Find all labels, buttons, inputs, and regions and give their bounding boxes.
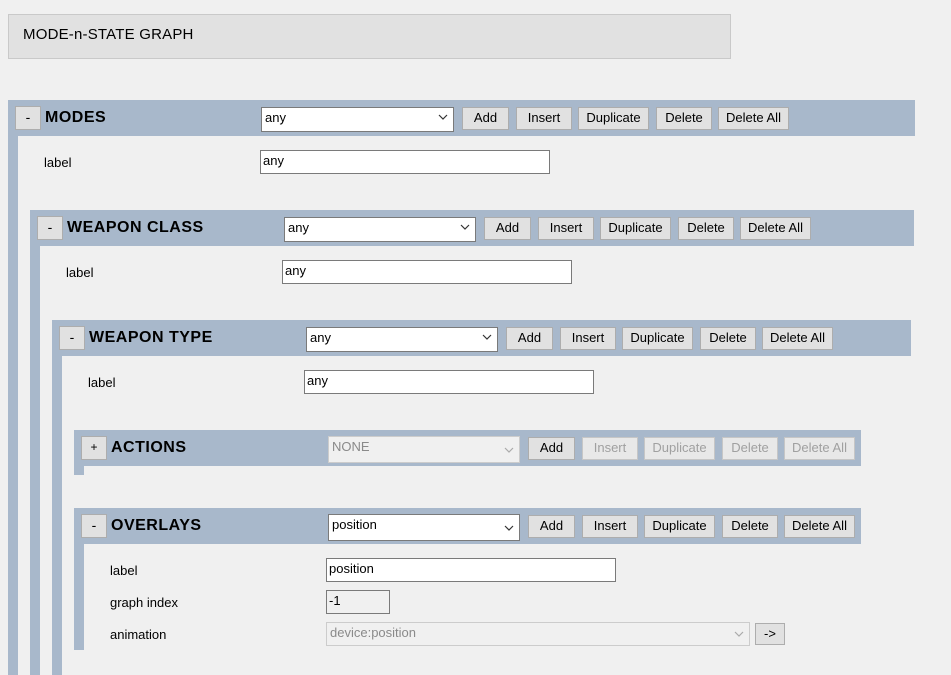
actions-delete-button[interactable]: Delete <box>722 437 778 460</box>
chevron-down-icon <box>734 631 744 637</box>
chevron-down-icon <box>504 525 514 531</box>
chevron-down-icon <box>482 334 492 340</box>
weapon-class-select[interactable]: any <box>284 217 476 242</box>
overlays-delete-all-button[interactable]: Delete All <box>784 515 855 538</box>
actions-duplicate-button[interactable]: Duplicate <box>644 437 715 460</box>
overlays-spine <box>74 544 84 650</box>
overlays-toggle-button[interactable]: - <box>81 514 107 538</box>
modes-select[interactable]: any <box>261 107 454 132</box>
weapon-type-select-value: any <box>310 330 331 345</box>
modes-label-text: label <box>44 155 72 170</box>
overlays-insert-button[interactable]: Insert <box>582 515 638 538</box>
weapon-class-insert-button[interactable]: Insert <box>538 217 594 240</box>
modes-spine <box>8 136 18 675</box>
weapon-class-label-input[interactable]: any <box>282 260 572 284</box>
overlays-graph-index-text: graph index <box>110 595 178 610</box>
actions-add-button[interactable]: Add <box>528 437 575 460</box>
weapon-type-duplicate-button[interactable]: Duplicate <box>622 327 693 350</box>
weapon-class-delete-all-button[interactable]: Delete All <box>740 217 811 240</box>
overlays-animation-goto-button[interactable]: -> <box>755 623 785 645</box>
modes-duplicate-button[interactable]: Duplicate <box>578 107 649 130</box>
weapon-type-spine <box>52 356 62 675</box>
weapon-class-spine <box>30 246 40 675</box>
actions-spine <box>74 466 84 475</box>
overlays-animation-value: device:position <box>330 625 416 640</box>
weapon-type-delete-all-button[interactable]: Delete All <box>762 327 833 350</box>
overlays-select[interactable]: position <box>328 514 520 541</box>
actions-toggle-button[interactable]: + <box>81 436 107 460</box>
overlays-graph-index-input[interactable]: -1 <box>326 590 390 614</box>
weapon-class-add-button[interactable]: Add <box>484 217 531 240</box>
overlays-animation-select[interactable]: device:position <box>326 622 750 646</box>
weapon-class-label-text: label <box>66 265 94 280</box>
weapon-type-add-button[interactable]: Add <box>506 327 553 350</box>
page-title: MODE-n-STATE GRAPH <box>8 14 731 59</box>
weapon-class-toggle-button[interactable]: - <box>37 216 63 240</box>
modes-delete-all-button[interactable]: Delete All <box>718 107 789 130</box>
modes-select-value: any <box>265 110 286 125</box>
weapon-type-select[interactable]: any <box>306 327 498 352</box>
modes-title: MODES <box>45 109 107 126</box>
actions-title: ACTIONS <box>111 439 187 456</box>
weapon-type-delete-button[interactable]: Delete <box>700 327 756 350</box>
modes-insert-button[interactable]: Insert <box>516 107 572 130</box>
actions-insert-button[interactable]: Insert <box>582 437 638 460</box>
weapon-type-insert-button[interactable]: Insert <box>560 327 616 350</box>
modes-label-input[interactable]: any <box>260 150 550 174</box>
weapon-type-toggle-button[interactable]: - <box>59 326 85 350</box>
overlays-duplicate-button[interactable]: Duplicate <box>644 515 715 538</box>
overlays-title: OVERLAYS <box>111 517 202 534</box>
modes-add-button[interactable]: Add <box>462 107 509 130</box>
overlays-animation-text: animation <box>110 627 167 642</box>
chevron-down-icon <box>460 224 470 230</box>
overlays-label-input[interactable]: position <box>326 558 616 582</box>
chevron-down-icon <box>504 447 514 453</box>
modes-delete-button[interactable]: Delete <box>656 107 712 130</box>
overlays-delete-button[interactable]: Delete <box>722 515 778 538</box>
actions-select-value: NONE <box>332 439 370 454</box>
overlays-label-text: label <box>110 563 138 578</box>
actions-delete-all-button[interactable]: Delete All <box>784 437 855 460</box>
weapon-type-label-input[interactable]: any <box>304 370 594 394</box>
weapon-class-duplicate-button[interactable]: Duplicate <box>600 217 671 240</box>
weapon-type-title: WEAPON TYPE <box>89 329 213 346</box>
weapon-class-title: WEAPON CLASS <box>67 219 204 236</box>
overlays-add-button[interactable]: Add <box>528 515 575 538</box>
modes-toggle-button[interactable]: - <box>15 106 41 130</box>
weapon-class-delete-button[interactable]: Delete <box>678 217 734 240</box>
chevron-down-icon <box>438 114 448 120</box>
overlays-select-value: position <box>332 517 377 532</box>
weapon-type-label-text: label <box>88 375 116 390</box>
actions-select[interactable]: NONE <box>328 436 520 463</box>
weapon-class-select-value: any <box>288 220 309 235</box>
